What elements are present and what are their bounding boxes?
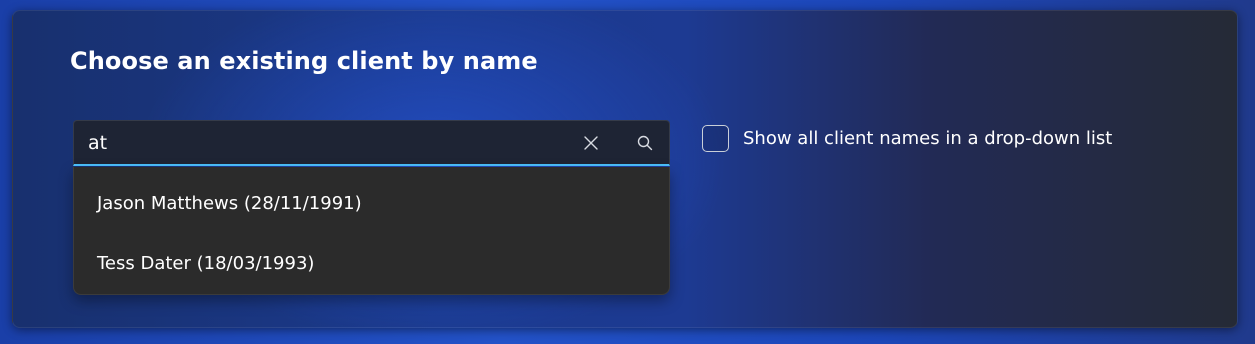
close-icon bbox=[584, 136, 598, 150]
suggestion-list: Jason Matthews (28/11/1991) Tess Dater (… bbox=[73, 167, 670, 295]
client-search-box[interactable] bbox=[73, 120, 670, 166]
show-all-clients-checkbox[interactable] bbox=[702, 125, 729, 152]
clear-search-button[interactable] bbox=[576, 128, 606, 158]
show-all-clients-option[interactable]: Show all client names in a drop-down lis… bbox=[702, 125, 1112, 152]
search-icon bbox=[637, 135, 653, 151]
page-title: Choose an existing client by name bbox=[70, 47, 538, 75]
search-button[interactable] bbox=[630, 128, 660, 158]
suggestion-item[interactable]: Jason Matthews (28/11/1991) bbox=[74, 173, 669, 233]
client-picker-panel: Choose an existing client by name Jason … bbox=[12, 10, 1238, 328]
client-search-input[interactable] bbox=[88, 121, 558, 165]
show-all-clients-label: Show all client names in a drop-down lis… bbox=[743, 128, 1113, 149]
suggestion-item[interactable]: Tess Dater (18/03/1993) bbox=[74, 233, 669, 293]
